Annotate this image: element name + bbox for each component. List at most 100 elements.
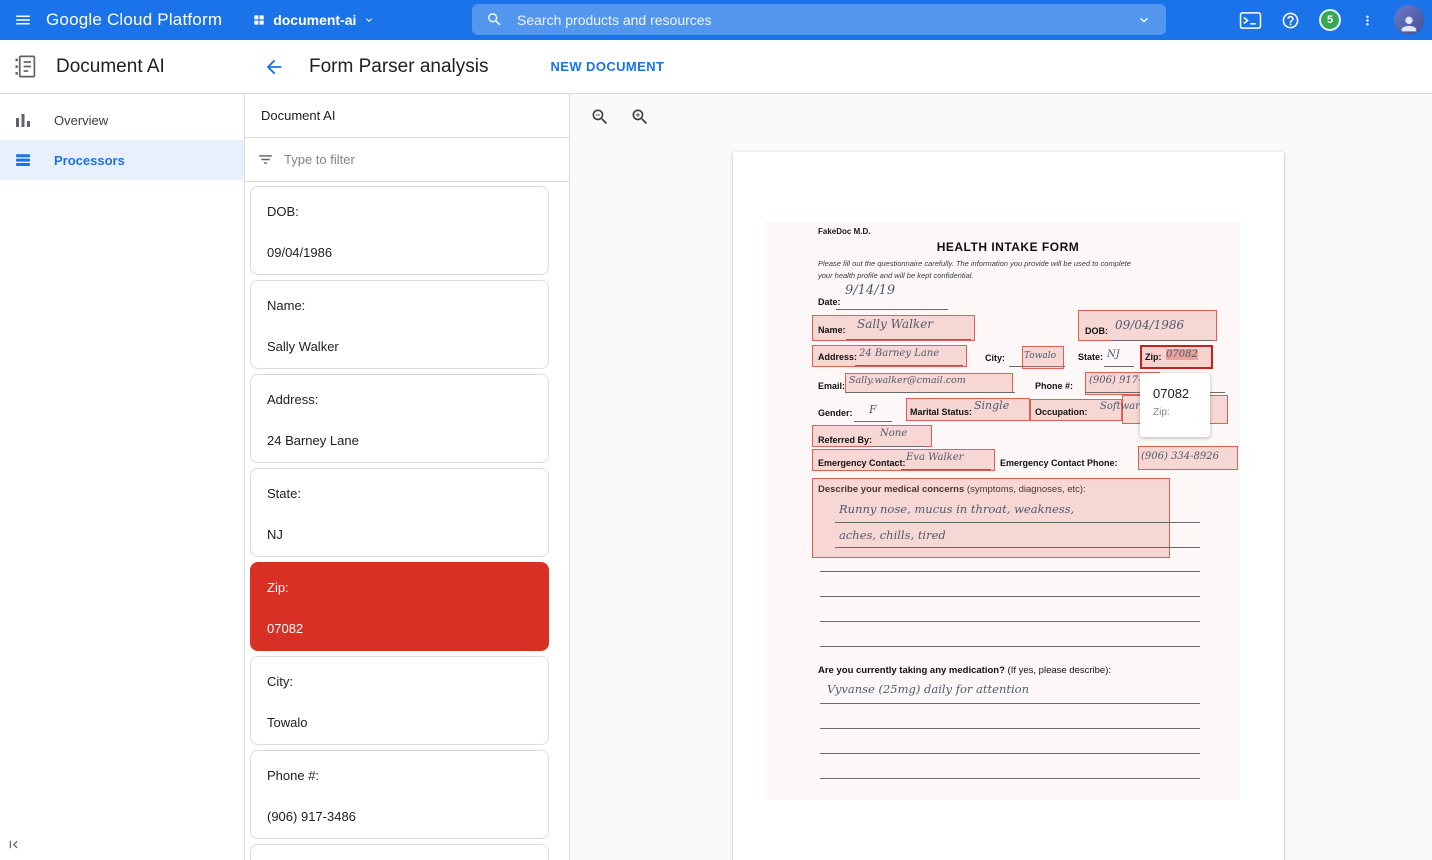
zip-handwriting: 07082 — [1166, 349, 1198, 360]
ruled-line — [845, 392, 1015, 393]
ruled-line — [820, 571, 1200, 572]
ruled-line — [820, 703, 1200, 704]
city-handwriting: Towalo — [1024, 351, 1056, 361]
ruled-line — [855, 365, 963, 366]
email-handwriting: Sally.walker@cmail.com — [849, 375, 966, 386]
ruled-line — [846, 339, 971, 340]
new-document-button[interactable]: NEW DOCUMENT — [551, 59, 665, 74]
cloud-shell-icon[interactable] — [1239, 11, 1262, 30]
project-icon — [252, 13, 266, 27]
app-title: Document AI — [56, 56, 165, 78]
ruled-line — [836, 309, 948, 310]
document-viewer: FakeDoc M.D. HEALTH INTAKE FORM Please f… — [570, 94, 1432, 860]
search-input[interactable] — [517, 12, 1122, 28]
app-header: Document AI Form Parser analysis NEW DOC… — [0, 40, 1432, 94]
sidebar-item-label: Processors — [54, 153, 125, 168]
emergency-phone-handwriting: (906) 334-8926 — [1141, 451, 1219, 462]
gcp-logo[interactable]: Google Cloud Platform — [46, 10, 222, 30]
zoom-in-icon[interactable] — [630, 107, 650, 127]
field-card-city[interactable]: City: Towalo — [250, 656, 549, 745]
tooltip-label: Zip: — [1153, 407, 1210, 418]
sidebar-item-label: Overview — [54, 113, 108, 128]
emergency-contact-handwriting: Eva Walker — [906, 452, 963, 463]
date-label: Date: — [818, 297, 841, 307]
emergency-phone-label: Emergency Contact Phone: — [1000, 458, 1118, 468]
fields-panel: Document AI DOB: 09/04/1986 Name: Sally … — [245, 94, 570, 860]
form-subtitle-2: your health profile and will be kept con… — [818, 271, 974, 280]
state-handwriting: NJ — [1107, 349, 1120, 360]
form-clinic: FakeDoc M.D. — [818, 227, 870, 236]
document-ai-icon — [13, 53, 40, 80]
sidebar: Overview Processors — [0, 94, 245, 860]
state-label: State: — [1078, 352, 1103, 362]
name-handwriting: Sally Walker — [857, 317, 933, 331]
project-name: document-ai — [273, 12, 356, 28]
dob-handwriting: 09/04/1986 — [1115, 318, 1184, 332]
help-icon[interactable] — [1281, 11, 1300, 30]
ruled-line — [820, 646, 1200, 647]
project-selector[interactable]: document-ai — [252, 12, 375, 28]
filter-input[interactable] — [284, 152, 557, 167]
field-card-dob[interactable]: DOB: 09/04/1986 — [250, 186, 549, 275]
global-search[interactable] — [472, 4, 1166, 35]
field-card-state[interactable]: State: NJ — [250, 468, 549, 557]
field-tooltip: 07082 Zip: — [1140, 373, 1210, 437]
ruled-line — [820, 728, 1200, 729]
ruled-line — [854, 421, 892, 422]
filter-row — [245, 138, 569, 182]
ruled-line — [1112, 340, 1212, 341]
field-card-zip[interactable]: Zip: 07082 — [250, 562, 549, 651]
tooltip-value: 07082 — [1153, 386, 1210, 401]
field-card-phone[interactable]: Phone #: (906) 917-3486 — [250, 750, 549, 839]
address-label: Address: — [818, 352, 857, 362]
city-label: City: — [985, 353, 1005, 363]
form-subtitle-1: Please fill out the questionnaire carefu… — [818, 259, 1131, 268]
ruled-line — [873, 446, 925, 447]
ruled-line — [820, 621, 1200, 622]
occupation-label: Occupation: — [1035, 407, 1088, 417]
ruled-line — [820, 753, 1200, 754]
avatar[interactable] — [1394, 5, 1424, 35]
ruled-line — [820, 596, 1200, 597]
ruled-line — [901, 469, 991, 470]
page-title: Form Parser analysis — [309, 56, 489, 78]
field-card-partial[interactable] — [250, 844, 549, 860]
medication-question: Are you currently taking any medication?… — [818, 665, 1111, 676]
ruled-line — [820, 778, 1200, 779]
field-card-name[interactable]: Name: Sally Walker — [250, 280, 549, 369]
name-label: Name: — [818, 325, 846, 335]
zoom-out-icon[interactable] — [590, 107, 610, 127]
search-icon — [486, 11, 503, 28]
search-expand-icon[interactable] — [1136, 12, 1152, 28]
document-page: FakeDoc M.D. HEALTH INTAKE FORM Please f… — [733, 152, 1284, 860]
medication-handwriting: Vyvanse (25mg) daily for attention — [827, 682, 1029, 696]
marital-label: Marital Status: — [910, 407, 972, 417]
emergency-contact-label: Emergency Contact: — [818, 458, 906, 468]
sidebar-item-overview[interactable]: Overview — [0, 100, 244, 140]
concerns-handwriting-2: aches, chills, tired — [839, 528, 946, 542]
filter-icon — [257, 151, 274, 168]
dob-label: DOB: — [1085, 326, 1108, 336]
more-options-icon[interactable] — [1360, 13, 1375, 28]
overview-icon — [14, 111, 32, 129]
collapse-sidebar-icon[interactable] — [6, 837, 21, 857]
ruled-line — [1104, 366, 1134, 367]
concerns-bounding-box[interactable] — [812, 478, 1170, 558]
back-arrow-icon[interactable] — [263, 56, 285, 78]
chevron-down-icon — [363, 14, 375, 26]
processors-icon — [14, 151, 32, 169]
notifications-badge[interactable]: 5 — [1319, 9, 1341, 31]
marital-handwriting: Single — [974, 399, 1009, 412]
panel-title: Document AI — [245, 94, 569, 138]
phone-label: Phone #: — [1035, 381, 1073, 391]
referred-handwriting: None — [880, 428, 907, 439]
gender-handwriting: F — [869, 403, 877, 416]
occupation-handwriting: Software — [1100, 401, 1146, 412]
sidebar-item-processors[interactable]: Processors — [0, 140, 244, 180]
ruled-line — [835, 522, 1200, 523]
field-card-address[interactable]: Address: 24 Barney Lane — [250, 374, 549, 463]
email-label: Email: — [818, 381, 845, 391]
gender-label: Gender: — [818, 408, 853, 418]
menu-icon[interactable] — [0, 0, 46, 40]
address-handwriting: 24 Barney Lane — [859, 348, 939, 359]
